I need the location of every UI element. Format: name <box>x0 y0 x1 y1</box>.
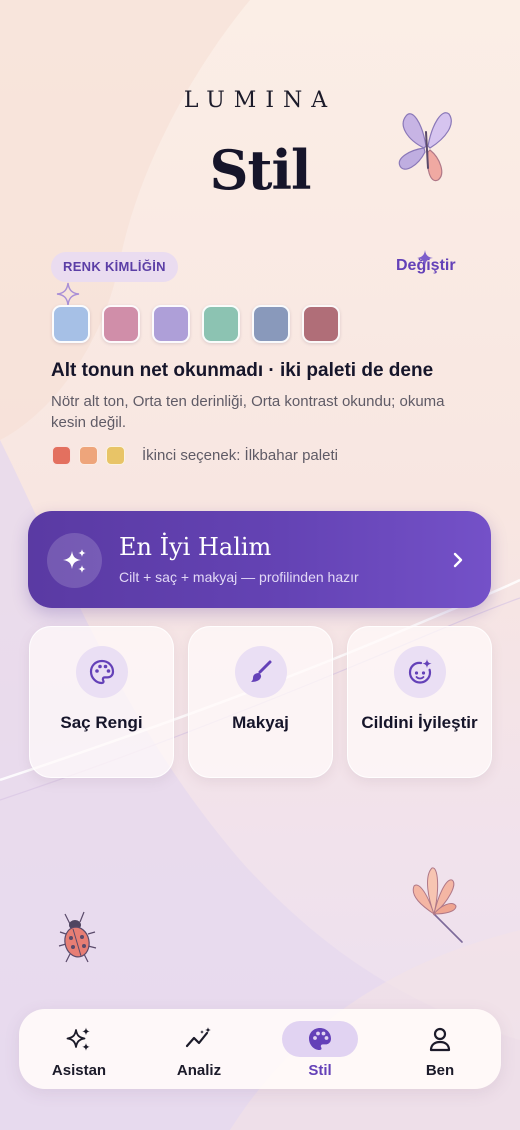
makeup-card[interactable]: Makyaj <box>188 626 333 778</box>
tab-label: Ben <box>425 1062 455 1079</box>
card-label: Makyaj <box>232 713 289 732</box>
best-look-title: En İyi Halim <box>119 533 272 561</box>
best-look-subtitle: Cilt + saç + makyaj — profilinden hazır <box>119 569 359 585</box>
tab-analiz[interactable]: Analiz <box>139 1009 259 1089</box>
trend-icon <box>161 1021 237 1057</box>
tab-ben[interactable]: Ben <box>380 1009 500 1089</box>
hair-color-card[interactable]: Saç Rengi <box>29 626 174 778</box>
style-tools: Saç Rengi Makyaj Cildini İyileştir <box>29 626 492 778</box>
palette-swatch[interactable] <box>302 305 340 343</box>
brush-icon <box>235 646 287 698</box>
palette-title: Alt tonun net okunmadı · iki paleti de d… <box>51 360 434 381</box>
tab-asistan[interactable]: Asistan <box>19 1009 139 1089</box>
tab-stil[interactable]: Stil <box>260 1009 380 1089</box>
bottom-tab-bar: Asistan Analiz Stil Ben <box>19 1009 501 1089</box>
flower-illustration <box>412 867 463 943</box>
person-icon <box>402 1021 478 1057</box>
ladybug-illustration <box>58 911 97 963</box>
palette-swatch[interactable] <box>202 305 240 343</box>
best-look-card[interactable]: En İyi Halim Cilt + saç + makyaj — profi… <box>28 511 491 608</box>
card-label: Cildini İyileştir <box>361 713 478 732</box>
alternative-palette-text: İkinci seçenek: İlkbahar paleti <box>142 447 338 464</box>
alt-swatch <box>106 446 125 465</box>
alt-swatch <box>52 446 71 465</box>
sparkles-icon <box>47 533 102 588</box>
card-label: Saç Rengi <box>60 713 143 732</box>
palette-swatch[interactable] <box>252 305 290 343</box>
palette-swatch[interactable] <box>102 305 140 343</box>
sparkle-icon <box>417 250 433 266</box>
tab-label: Analiz <box>176 1062 222 1079</box>
skin-care-card[interactable]: Cildini İyileştir <box>347 626 492 778</box>
sparkles-icon <box>41 1021 117 1057</box>
palette-swatches <box>52 305 340 343</box>
alternative-palette-row[interactable]: İkinci seçenek: İlkbahar paleti <box>52 446 338 465</box>
chevron-right-icon <box>453 552 463 568</box>
palette-description: Nötr alt ton, Orta ten derinliği, Orta k… <box>51 393 445 431</box>
butterfly-illustration <box>398 112 452 182</box>
palette-swatch[interactable] <box>152 305 190 343</box>
color-identity-chip: RENK KİMLİĞİN <box>51 252 178 282</box>
palette-icon <box>282 1021 358 1057</box>
tab-label: Asistan <box>51 1062 107 1079</box>
palette-icon <box>76 646 128 698</box>
palette-swatch[interactable] <box>52 305 90 343</box>
sparkle-icon <box>56 282 80 306</box>
tab-label: Stil <box>308 1062 332 1079</box>
face-sparkle-icon <box>394 646 446 698</box>
alt-swatch <box>79 446 98 465</box>
